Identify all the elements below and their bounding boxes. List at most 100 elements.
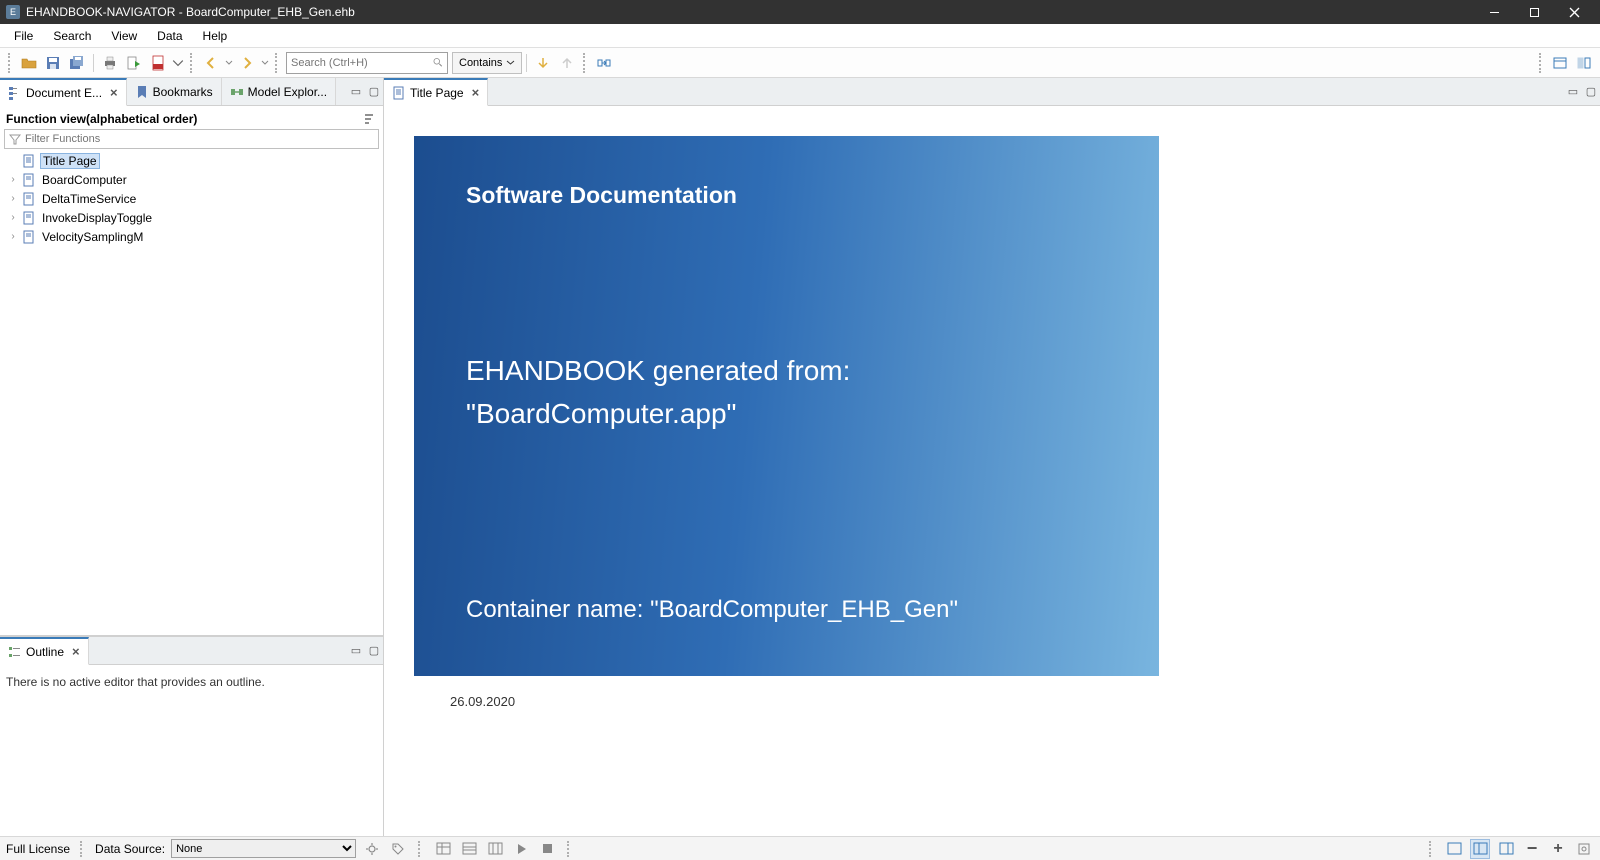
tree-twisty[interactable]: › — [8, 212, 18, 223]
tab-bookmarks[interactable]: Bookmarks — [127, 78, 222, 105]
panel-button-1[interactable] — [1549, 52, 1571, 74]
gear-icon[interactable] — [362, 839, 382, 859]
grid-button[interactable] — [485, 839, 505, 859]
tab-model-explorer[interactable]: Model Explor... — [222, 78, 336, 105]
page-icon — [22, 192, 36, 206]
titlebar: E EHANDBOOK-NAVIGATOR - BoardComputer_EH… — [0, 0, 1600, 24]
menu-data[interactable]: Data — [147, 26, 192, 46]
forward-menu-button[interactable] — [260, 52, 270, 74]
back-menu-button[interactable] — [224, 52, 234, 74]
data-source-select[interactable]: None — [171, 839, 356, 858]
export-button[interactable] — [123, 52, 145, 74]
maximize-button[interactable] — [1514, 0, 1554, 24]
close-button[interactable] — [1554, 0, 1594, 24]
menubar: File Search View Data Help — [0, 24, 1600, 48]
open-folder-button[interactable] — [18, 52, 40, 74]
outline-tabstrip: Outline × ▭ ▢ — [0, 637, 383, 665]
transfer-button[interactable] — [593, 52, 615, 74]
tree-item-invokedisplaytoggle[interactable]: › InvokeDisplayToggle — [2, 208, 381, 227]
maximize-pane-button[interactable]: ▢ — [365, 637, 383, 664]
search-input[interactable] — [291, 57, 433, 69]
tree-icon — [8, 86, 22, 100]
nav-up-button[interactable] — [556, 52, 578, 74]
chevron-down-icon — [506, 58, 515, 67]
toolbar-grip — [190, 53, 195, 73]
toolbar-grip — [275, 53, 280, 73]
model-icon — [230, 85, 244, 99]
back-button[interactable] — [200, 52, 222, 74]
layout-3-button[interactable] — [1496, 839, 1516, 859]
tree-item-boardcomputer[interactable]: › BoardComputer — [2, 170, 381, 189]
minimize-button[interactable] — [1474, 0, 1514, 24]
bookmark-icon — [135, 85, 149, 99]
license-label: Full License — [6, 842, 70, 856]
menu-file[interactable]: File — [4, 26, 43, 46]
tree-twisty[interactable]: › — [8, 174, 18, 185]
tab-label: Title Page — [410, 86, 464, 100]
page-icon — [22, 173, 36, 187]
tab-title-page[interactable]: Title Page × — [384, 78, 488, 106]
tree-item-deltatimeservice[interactable]: › DeltaTimeService — [2, 189, 381, 208]
menu-help[interactable]: Help — [193, 26, 238, 46]
editor-body[interactable]: Software Documentation EHANDBOOK generat… — [384, 106, 1600, 836]
table-button[interactable] — [433, 839, 453, 859]
function-view-label: Function view(alphabetical order) — [6, 112, 363, 126]
doc-heading: Software Documentation — [466, 182, 1107, 209]
tab-label: Model Explor... — [248, 85, 327, 99]
page-icon — [392, 86, 406, 100]
generated-from-line1: EHANDBOOK generated from: — [466, 349, 1107, 392]
stop-button[interactable] — [537, 839, 557, 859]
tree-item-label: Title Page — [40, 153, 100, 169]
minimize-pane-button[interactable]: ▭ — [347, 78, 365, 105]
maximize-pane-button[interactable]: ▢ — [1582, 78, 1600, 105]
layout-2-button[interactable] — [1470, 839, 1490, 859]
outline-empty-text: There is no active editor that provides … — [0, 665, 383, 699]
editor-tabstrip: Title Page × ▭ ▢ — [384, 78, 1600, 106]
tag-icon[interactable] — [388, 839, 408, 859]
tab-document-explorer[interactable]: Document E... × — [0, 78, 127, 106]
search-mode-dropdown[interactable]: Contains — [452, 52, 522, 74]
menu-view[interactable]: View — [101, 26, 147, 46]
toolbar-separator — [93, 54, 94, 72]
nav-down-button[interactable] — [532, 52, 554, 74]
toolbar: Contains — [0, 48, 1600, 78]
nav-dropdown-button[interactable] — [171, 52, 185, 74]
zoom-in-button[interactable]: + — [1548, 839, 1568, 859]
minimize-pane-button[interactable]: ▭ — [347, 637, 365, 664]
tab-label: Document E... — [26, 86, 102, 100]
toolbar-separator — [526, 54, 527, 72]
tree-twisty[interactable]: › — [8, 231, 18, 242]
tree-item-title-page[interactable]: Title Page — [2, 151, 381, 170]
search-mode-label: Contains — [459, 57, 502, 69]
search-icon[interactable] — [433, 56, 443, 69]
sidebar-tabstrip: Document E... × Bookmarks Model Explor..… — [0, 78, 383, 106]
print-button[interactable] — [99, 52, 121, 74]
filter-input-container — [4, 129, 379, 149]
tree-twisty[interactable]: › — [8, 193, 18, 204]
menu-search[interactable]: Search — [43, 26, 101, 46]
filter-input[interactable] — [25, 133, 374, 145]
tab-outline[interactable]: Outline × — [0, 637, 89, 665]
search-input-container — [286, 52, 448, 74]
save-button[interactable] — [42, 52, 64, 74]
save-all-button[interactable] — [66, 52, 88, 74]
layout-1-button[interactable] — [1444, 839, 1464, 859]
statusbar: Full License Data Source: None − + — [0, 836, 1600, 860]
close-icon[interactable]: × — [72, 645, 80, 658]
maximize-pane-button[interactable]: ▢ — [365, 78, 383, 105]
tree-item-velocitysamplingm[interactable]: › VelocitySamplingM — [2, 227, 381, 246]
sort-icon[interactable] — [363, 112, 377, 126]
close-icon[interactable]: × — [110, 86, 118, 99]
minimize-pane-button[interactable]: ▭ — [1564, 78, 1582, 105]
reset-view-button[interactable] — [1574, 839, 1594, 859]
panel-button-2[interactable] — [1573, 52, 1595, 74]
page-icon — [22, 211, 36, 225]
play-button[interactable] — [511, 839, 531, 859]
close-icon[interactable]: × — [472, 86, 480, 99]
toolbar-grip — [1539, 53, 1544, 73]
status-grip — [80, 841, 85, 857]
forward-button[interactable] — [236, 52, 258, 74]
export-pdf-button[interactable] — [147, 52, 169, 74]
zoom-out-button[interactable]: − — [1522, 839, 1542, 859]
table2-button[interactable] — [459, 839, 479, 859]
